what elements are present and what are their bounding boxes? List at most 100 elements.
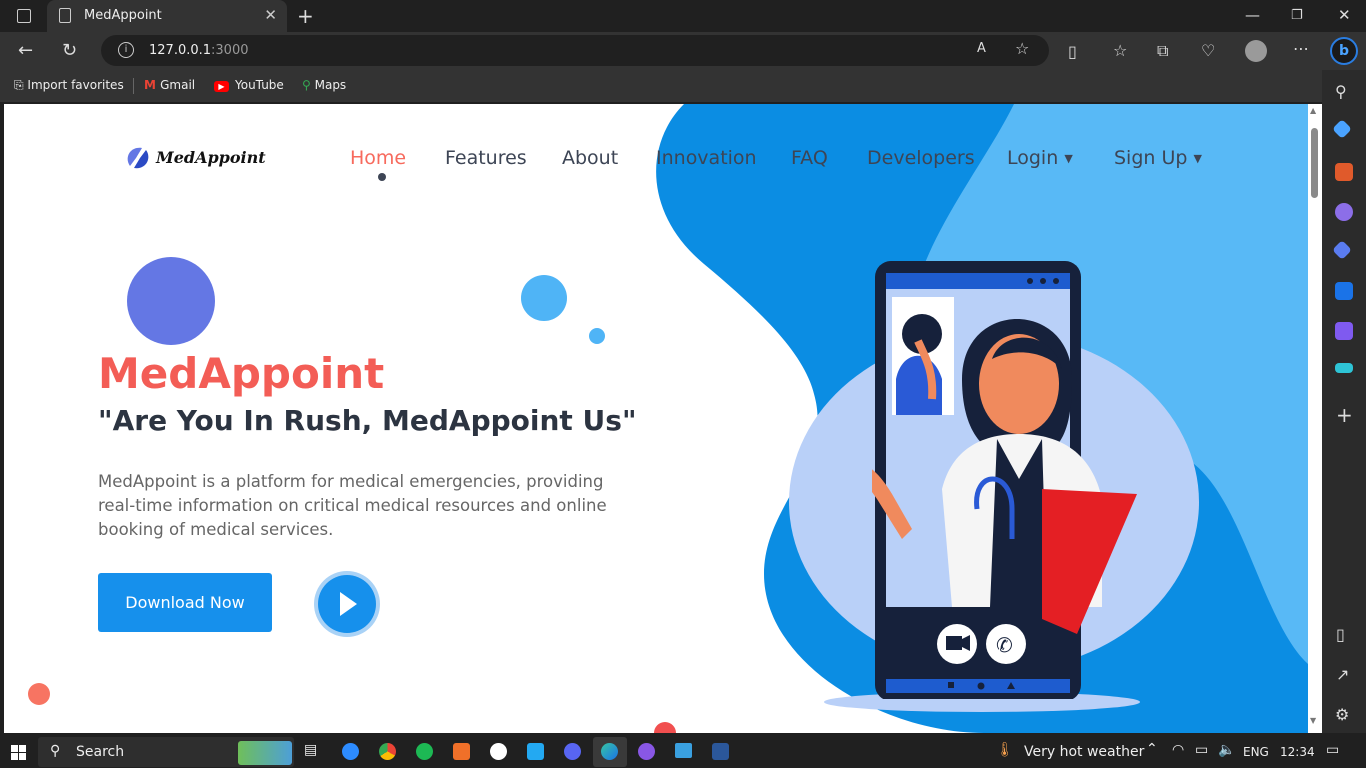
youtube-link[interactable]: ▶ YouTube [214, 78, 284, 92]
nav-signup-label: Sign Up [1114, 147, 1188, 169]
copilot-icon[interactable]: b [1330, 37, 1358, 65]
weather-thermometer-icon: 🌡 [996, 742, 1014, 758]
nav-faq[interactable]: FAQ [791, 147, 828, 169]
vscode-app-icon[interactable] [527, 743, 544, 760]
fav-label: Gmail [160, 78, 196, 92]
chevron-up-icon[interactable]: ⌃ [1146, 741, 1158, 757]
scroll-down-icon[interactable]: ▼ [1310, 716, 1316, 725]
browser-tab[interactable]: MedAppoint ✕ [47, 0, 287, 32]
clipboard [1042, 489, 1137, 634]
gmail-link[interactable]: M Gmail [144, 78, 195, 92]
nav-innovation[interactable]: Innovation [656, 147, 757, 169]
scroll-up-icon[interactable]: ▲ [1310, 106, 1316, 115]
import-icon: ⎘ [14, 78, 28, 92]
url-host: 127.0.0.1 [149, 43, 212, 58]
doctor-phone-illustration: ✆ [872, 261, 1137, 699]
weather-text[interactable]: Very hot weather [1024, 744, 1144, 760]
gmail-icon: M [144, 78, 161, 92]
discord-app-icon[interactable] [564, 743, 581, 760]
back-icon[interactable]: ← [18, 40, 33, 61]
browser-tab-bar: MedAppoint ✕ + — ❐ ✕ [0, 0, 1366, 32]
nav-signup-dropdown[interactable]: Sign Up ▼ [1114, 147, 1202, 169]
collections-icon[interactable]: ⧉ [1157, 41, 1168, 61]
nav-login-label: Login [1007, 147, 1059, 169]
clock[interactable]: 12:34 [1280, 745, 1315, 759]
download-now-button[interactable]: Download Now [98, 573, 272, 632]
battery-icon[interactable]: ▭ [1195, 742, 1208, 758]
chrome-app-icon[interactable] [379, 743, 396, 760]
nav-home[interactable]: Home [350, 147, 406, 169]
mongodb-app-icon[interactable] [490, 743, 507, 760]
nav-about[interactable]: About [562, 147, 618, 169]
q-app-icon[interactable] [453, 743, 470, 760]
zoom-app-icon[interactable] [342, 743, 359, 760]
favorites-icon[interactable]: ☆ [1113, 41, 1127, 60]
tools-icon[interactable] [1335, 163, 1353, 181]
maps-link[interactable]: ⚲ Maps [302, 78, 346, 92]
tab-actions-icon[interactable] [17, 9, 31, 23]
chevron-down-icon: ▼ [1064, 152, 1073, 165]
windows-start-icon[interactable] [11, 745, 26, 760]
task-view-icon[interactable]: ▤ [304, 742, 317, 758]
outlook-icon[interactable] [1335, 282, 1353, 300]
designer-icon[interactable] [1335, 322, 1353, 340]
taskbar-search[interactable]: ⚲ Search [38, 737, 294, 767]
favorite-star-icon[interactable]: ☆ [1015, 39, 1029, 58]
close-window-icon[interactable]: ✕ [1338, 6, 1351, 24]
new-tab-icon[interactable]: + [297, 4, 314, 28]
settings-gear-icon[interactable]: ⚙ [1335, 705, 1349, 724]
language-indicator[interactable]: ENG [1243, 745, 1269, 759]
microsoft-365-icon[interactable] [1332, 240, 1352, 260]
edge-app-icon [601, 743, 618, 760]
more-icon[interactable]: ⋯ [1293, 39, 1309, 58]
url-port: :3000 [211, 43, 249, 58]
github-app-icon[interactable] [638, 743, 655, 760]
scroll-thumb[interactable] [1311, 128, 1318, 198]
svg-text:✆: ✆ [996, 633, 1013, 657]
browser-essentials-icon[interactable]: ♡ [1201, 41, 1215, 60]
fav-label: Import favorites [27, 78, 124, 92]
drop-icon[interactable] [1335, 363, 1353, 373]
open-external-icon[interactable]: ↗ [1336, 665, 1349, 684]
hero-subtitle: "Are You In Rush, MedAppoint Us" [98, 404, 637, 437]
search-icon: ⚲ [50, 743, 61, 759]
tab-title: MedAppoint [84, 8, 162, 23]
search-icon[interactable]: ⚲ [1335, 82, 1347, 101]
sidebar-panel-icon[interactable]: ▯ [1336, 625, 1345, 644]
url-input[interactable]: i 127.0.0.1:3000 A ☆ [101, 35, 1049, 66]
minimize-icon[interactable]: — [1245, 6, 1260, 24]
remote-desktop-app-icon[interactable] [675, 743, 692, 758]
profile-avatar[interactable] [1245, 40, 1267, 62]
nav-login-dropdown[interactable]: Login ▼ [1007, 147, 1073, 169]
close-tab-icon[interactable]: ✕ [264, 6, 277, 24]
refresh-icon[interactable]: ↻ [62, 40, 77, 61]
address-bar: ← ↻ i 127.0.0.1:3000 A ☆ ▯ ☆ ⧉ ♡ ⋯ b [0, 32, 1366, 70]
shopping-icon[interactable] [1332, 119, 1352, 139]
import-favorites-link[interactable]: ⎘ Import favorites [14, 78, 124, 93]
spotify-app-icon[interactable] [416, 743, 433, 760]
word-app-icon[interactable] [712, 743, 729, 760]
page-icon [59, 8, 71, 23]
youtube-icon: ▶ [214, 81, 229, 92]
split-screen-icon[interactable]: ▯ [1068, 42, 1077, 61]
windows-taskbar: ⚲ Search ▤ 🌡 Very hot weather ⌃ ◠ ▭ 🔈 EN… [0, 736, 1366, 768]
restore-icon[interactable]: ❐ [1291, 8, 1303, 23]
games-icon[interactable] [1335, 203, 1353, 221]
volume-icon[interactable]: 🔈 [1218, 742, 1235, 758]
edge-app-active[interactable] [593, 737, 627, 767]
play-video-button[interactable] [318, 575, 376, 633]
nav-developers[interactable]: Developers [867, 147, 975, 169]
notification-icon[interactable]: ▭ [1326, 742, 1339, 758]
fav-divider [133, 78, 134, 94]
edge-sidebar: ⚲ + ▯ ↗ ⚙ [1322, 70, 1366, 733]
add-sidebar-icon[interactable]: + [1336, 403, 1353, 427]
page-scrollbar[interactable]: ▲ ▼ [1308, 104, 1322, 733]
decor-circle-purple [127, 257, 215, 345]
site-info-icon[interactable]: i [118, 42, 134, 58]
nav-features[interactable]: Features [445, 147, 527, 169]
fav-label: YouTube [235, 78, 284, 92]
play-icon [340, 592, 357, 616]
read-aloud-icon[interactable]: A [977, 41, 986, 56]
search-highlight-image [238, 741, 292, 765]
wifi-icon[interactable]: ◠ [1172, 742, 1184, 758]
